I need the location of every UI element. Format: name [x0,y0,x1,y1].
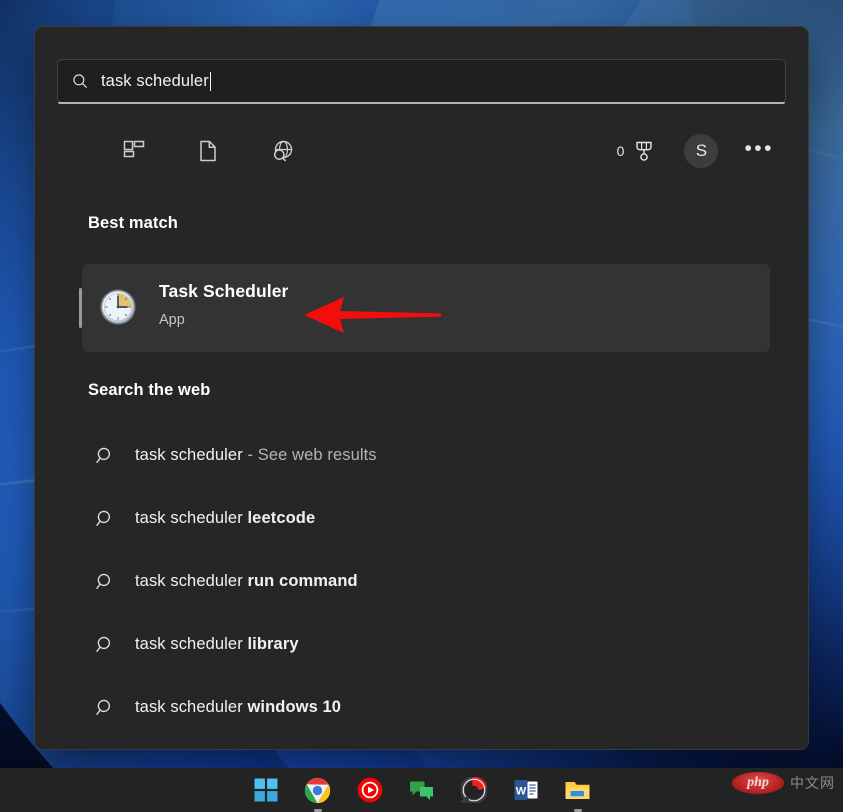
search-icon [96,510,111,526]
watermark: php 中文网 [732,772,835,794]
watermark-text: 中文网 [790,775,835,791]
suggestion-prefix: task scheduler [135,508,248,527]
account-avatar[interactable]: S [684,134,719,168]
suggestion-suffix: library [247,634,299,653]
best-match-result[interactable]: Task Scheduler App [79,264,770,352]
search-flyout-panel: task scheduler 0 S ••• Best match Task S… [34,26,809,750]
search-focus-underline [58,102,785,104]
search-icon [96,699,111,715]
rewards-count: 0 [616,143,625,159]
youtube-music-icon[interactable] [355,775,385,805]
search-icon [96,447,111,463]
avatar-initial: S [695,141,708,160]
suggestion-prefix: task scheduler [135,571,248,590]
best-match-title: Task Scheduler [159,281,289,301]
search-box-container[interactable]: task scheduler [57,59,786,104]
toolbar-account-group: 0 S ••• [617,123,774,179]
search-toolbar: 0 S ••• [57,123,786,179]
web-suggestion-label: task scheduler library [135,635,299,654]
text-caret [209,71,211,91]
web-suggestion-label: task scheduler windows 10 [135,698,341,717]
suggestion-prefix: task scheduler [135,445,243,464]
search-icon [73,74,87,88]
search-icon [96,573,111,589]
documents-icon[interactable] [193,136,223,166]
suggestion-suffix: windows 10 [247,697,342,716]
start-button[interactable] [251,775,281,805]
more-options-button[interactable]: ••• [744,138,774,165]
search-query-text: task scheduler [101,71,209,90]
clock-icon [100,289,136,325]
selection-accent-bar [79,288,82,328]
web-suggestion-row[interactable]: task scheduler - See web results [82,433,770,477]
suggestion-prefix: task scheduler [135,697,248,716]
suggestion-suffix: - See web results [242,445,377,464]
suggestion-suffix: run command [247,571,358,590]
web-suggestion-row[interactable]: task scheduler run command [82,559,770,603]
suggestion-prefix: task scheduler [135,634,248,653]
web-suggestion-row[interactable]: task scheduler leetcode [82,496,770,540]
word-icon[interactable]: W [511,775,541,805]
php-logo: php [732,772,784,794]
best-match-heading: Best match [88,214,178,232]
search-input[interactable]: task scheduler [57,59,786,103]
web-suggestion-label: task scheduler leetcode [135,509,315,528]
rewards-medal-icon [636,141,653,161]
web-suggestion-row[interactable]: task scheduler windows 10 [82,685,770,729]
svg-text:W: W [515,786,526,798]
rewards-button[interactable]: 0 [617,137,659,165]
taskbar-icon-group: W [0,768,843,812]
web-suggestion-label: task scheduler run command [135,572,358,591]
search-icon [96,636,111,652]
apps-icon[interactable] [119,136,149,166]
app-icon-dark[interactable] [459,775,489,805]
chrome-icon[interactable] [303,775,333,812]
chat-icon[interactable] [407,775,437,805]
best-match-subtitle: App [159,312,185,328]
search-web-heading: Search the web [88,381,211,399]
toolbar-filter-group [119,123,297,179]
file-explorer-icon[interactable] [563,775,593,812]
web-suggestion-row[interactable]: task scheduler library [82,622,770,666]
suggestion-suffix: leetcode [247,508,316,527]
web-suggestion-label: task scheduler - See web results [135,446,377,465]
web-search-icon[interactable] [267,136,297,166]
taskbar: W [0,768,843,812]
